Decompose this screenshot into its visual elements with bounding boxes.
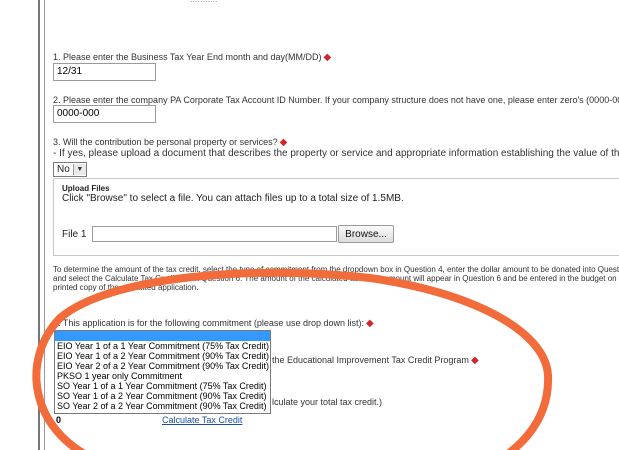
commitment-option[interactable]: SO Year 1 of a 1 Year Commitment (75% Ta… <box>55 381 270 391</box>
browse-button[interactable]: Browse... <box>338 225 394 243</box>
commitment-option[interactable]: EIO Year 1 of a 1 Year Commitment (75% T… <box>55 341 270 351</box>
commitment-option[interactable]: EIO Year 2 of a 2 Year Commitment (90% T… <box>55 361 270 371</box>
instructions-line-2: and select the Calculate Tax Credit link… <box>53 274 619 283</box>
instructions-line-3: printed copy of the submitted applicatio… <box>53 283 199 292</box>
question-5-text: the Educational Improvement Tax Credit P… <box>272 355 469 365</box>
pa-tax-account-input[interactable]: 0000-000 <box>53 105 156 123</box>
calculated-tax-credit-value: 0 <box>56 415 62 425</box>
cut-off-text: ........... <box>190 0 218 4</box>
question-4-text: 4. This application is for the following… <box>53 318 364 328</box>
required-marker-icon: ◆ <box>279 137 288 148</box>
question-1-label: 1. Please enter the Business Tax Year En… <box>53 52 331 63</box>
commitment-option[interactable]: EIO Year 1 of a 2 Year Commitment (90% T… <box>55 351 270 361</box>
required-marker-icon: ◆ <box>470 355 479 366</box>
upload-files-title: Upload Files <box>62 184 110 193</box>
required-marker-icon: ◆ <box>365 318 374 329</box>
required-marker-icon: ◆ <box>323 52 332 63</box>
question-3-text: 3. Will the contribution be personal pro… <box>53 137 278 147</box>
application-form-page: ........... 1. Please enter the Business… <box>0 0 619 450</box>
commitment-option[interactable]: SO Year 1 of a 2 Year Commitment (90% Ta… <box>55 391 270 401</box>
commitment-option[interactable]: PKSO 1 year only Commitment <box>55 371 270 381</box>
commitment-dropdown-list[interactable]: EIO Year 1 of a 1 Year Commitment (75% T… <box>54 330 271 414</box>
question-1-text: 1. Please enter the Business Tax Year En… <box>53 52 322 62</box>
tax-year-end-input[interactable]: 12/31 <box>53 63 156 81</box>
instructions-line-1: To determine the amount of the tax credi… <box>53 265 619 274</box>
question-4-label: 4. This application is for the following… <box>53 318 374 329</box>
commitment-option-blank[interactable] <box>55 331 270 341</box>
question-2-text: 2. Please enter the company PA Corporate… <box>53 95 619 105</box>
tax-credit-instructions: To determine the amount of the tax credi… <box>53 265 619 292</box>
question-3-sublabel: - If yes, please upload a document that … <box>53 148 619 159</box>
question-3-label: 3. Will the contribution be personal pro… <box>53 137 287 148</box>
property-services-select[interactable]: No ▼ <box>53 162 87 177</box>
property-services-value: No <box>57 164 70 175</box>
file-1-input[interactable] <box>92 226 337 242</box>
upload-files-hint: Click "Browse" to select a file. You can… <box>62 193 404 204</box>
calculate-tax-credit-link[interactable]: Calculate Tax Credit <box>162 415 242 425</box>
chevron-down-icon[interactable]: ▼ <box>72 164 86 175</box>
question-6-label: lculate your total tax credit.) <box>272 397 383 407</box>
question-5-label: the Educational Improvement Tax Credit P… <box>272 355 479 366</box>
upload-files-panel <box>53 178 619 256</box>
file-1-label: File 1 <box>62 229 87 240</box>
commitment-option[interactable]: SO Year 2 of a 2 Year Commitment (90% Ta… <box>55 401 270 411</box>
